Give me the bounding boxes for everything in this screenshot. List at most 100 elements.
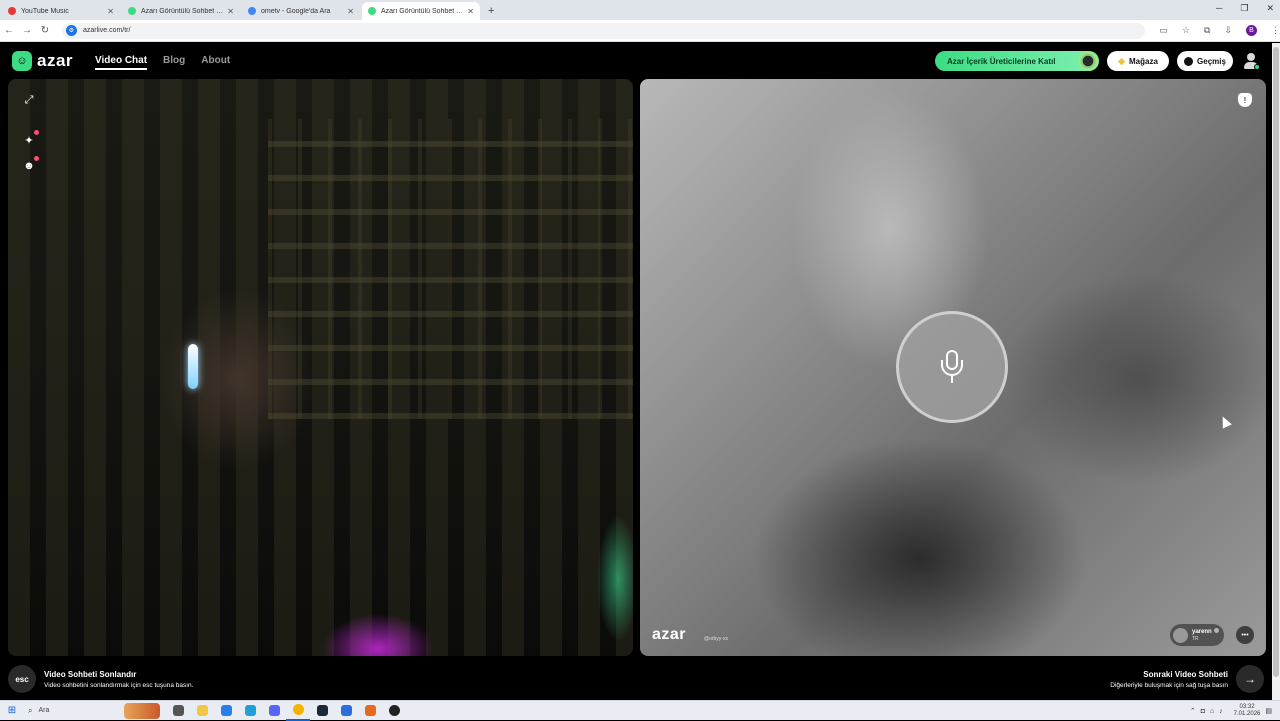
file-explorer-icon[interactable]	[190, 701, 214, 721]
azar-logo[interactable]: ☺ azar	[12, 51, 73, 71]
site-header: ☺ azar Video Chat Blog About Azar İçerik…	[0, 43, 1272, 79]
tab-close-icon[interactable]: ✕	[107, 7, 114, 16]
extensions-icon[interactable]: ⧉	[1204, 25, 1210, 36]
task-view-icon[interactable]	[166, 701, 190, 721]
browser-tab[interactable]: ometv - Google'da Ara ✕	[242, 2, 360, 20]
chrome-icon[interactable]	[286, 701, 310, 721]
obs-icon[interactable]	[382, 701, 406, 721]
next-chat-title: Sonraki Video Sohbeti	[1143, 669, 1228, 679]
tab-close-icon[interactable]: ✕	[227, 7, 234, 16]
volume-icon[interactable]: ♪	[1219, 708, 1223, 715]
effects-sparkle-icon[interactable]: ✦	[22, 130, 39, 147]
background-building	[268, 119, 633, 419]
end-chat-title: Video Sohbeti Sonlandır	[44, 669, 137, 679]
partner-country: TR	[1192, 635, 1199, 642]
taskbar-date: 7.01.2026	[1233, 711, 1261, 717]
notifications-icon[interactable]: ▤	[1265, 707, 1272, 715]
minimize-icon[interactable]: ─	[1216, 3, 1222, 14]
store-button[interactable]: ◆ Mağaza	[1107, 51, 1169, 71]
azar-favicon-icon	[128, 7, 136, 15]
new-tab-button[interactable]: +	[488, 5, 494, 17]
url-field[interactable]: ⚙ azarlive.com/tr/	[62, 22, 1146, 39]
video-watermark: azar	[652, 626, 687, 643]
scrollbar-thumb[interactable]	[1273, 47, 1279, 677]
microphone-icon	[940, 350, 964, 384]
headset-light	[188, 344, 198, 389]
app-icon[interactable]	[334, 701, 358, 721]
tray-app-icon[interactable]: ◘	[1201, 708, 1205, 715]
end-chat-desc: Video sohbetini sonlandırmak için esc tu…	[44, 681, 194, 689]
window-controls: ─ ❐ ✕	[1216, 3, 1274, 14]
esc-key-button[interactable]: esc	[8, 665, 36, 693]
windows-taskbar: ⊞ ⌕ Ara ⌃ ◘ ⌂ ♪ 03:32 7.01.2026 ▤	[0, 700, 1280, 721]
url-text[interactable]: azarlive.com/tr/	[83, 27, 130, 34]
azar-page: ☺ azar Video Chat Blog About Azar İçerik…	[0, 43, 1272, 700]
menu-icon[interactable]: ⋮	[1271, 25, 1280, 36]
app-orange-icon[interactable]	[358, 701, 382, 721]
discord-icon[interactable]	[262, 701, 286, 721]
google-icon	[248, 7, 256, 15]
taskbar-search[interactable]: ⌕ Ara	[24, 703, 124, 719]
new-badge	[34, 156, 39, 161]
store-label: Mağaza	[1129, 56, 1158, 66]
browser-tab-active[interactable]: Azarı Görüntülü Sohbet & Y ✕	[362, 2, 480, 20]
tab-label: ometv - Google'da Ara	[261, 7, 331, 15]
mic-indicator	[896, 311, 1008, 423]
partner-profile-chip[interactable]: yarenn TR	[1170, 624, 1224, 646]
gem-icon: ◆	[1118, 55, 1125, 66]
tab-label: Azarı Görüntülü Sohbet & Y	[381, 7, 464, 15]
back-icon[interactable]: ←	[0, 25, 18, 36]
creator-join-label: Azar İçerik Üreticilerine Katıl	[947, 56, 1056, 66]
verified-icon	[1214, 628, 1219, 633]
store-app-icon[interactable]	[214, 701, 238, 721]
history-button[interactable]: Geçmiş	[1177, 51, 1233, 71]
browser-tab[interactable]: YouTube Music ✕	[2, 2, 120, 20]
steam-icon[interactable]	[310, 701, 334, 721]
next-chat-hint: Sonraki Video Sohbeti Diğerleriyle buluş…	[1110, 665, 1264, 693]
reload-icon[interactable]: ↻	[36, 25, 54, 36]
downloads-icon[interactable]: ⇩	[1224, 25, 1232, 36]
nav-about[interactable]: About	[201, 55, 230, 70]
system-tray: ⌃ ◘ ⌂ ♪ 03:32 7.01.2026 ▤	[1190, 701, 1272, 721]
chat-bubble-icon[interactable]: •••	[1236, 626, 1254, 644]
sticker-icon[interactable]: ☻	[22, 156, 39, 173]
tab-label: Azarı Görüntülü Sohbet & Yeni	[141, 7, 223, 15]
next-arrow-button[interactable]: →	[1236, 665, 1264, 693]
user-profile-icon[interactable]	[1242, 52, 1260, 70]
tab-label: YouTube Music	[21, 7, 69, 15]
close-window-icon[interactable]: ✕	[1266, 3, 1274, 14]
main-nav: Video Chat Blog About	[95, 55, 230, 70]
bookmark-star-icon[interactable]: ☆	[1182, 25, 1190, 36]
creator-join-button[interactable]: Azar İçerik Üreticilerine Katıl	[935, 51, 1099, 71]
youtube-music-icon	[8, 7, 16, 15]
tray-chevron-icon[interactable]: ⌃	[1190, 707, 1196, 715]
nav-blog[interactable]: Blog	[163, 55, 185, 70]
browser-tab[interactable]: Azarı Görüntülü Sohbet & Yeni ✕	[122, 2, 240, 20]
site-info-icon[interactable]: ⚙	[66, 25, 77, 36]
local-video-feed: ⤢ ✦ ☻	[8, 79, 633, 656]
taskbar-time: 03:32	[1239, 704, 1255, 710]
profile-avatar[interactable]: B	[1246, 25, 1257, 36]
nav-video-chat[interactable]: Video Chat	[95, 55, 148, 70]
watermark-handle: @orbyy-xs	[704, 636, 728, 642]
forward-icon[interactable]: →	[18, 25, 36, 36]
toolbar-actions: ▭ ☆ ⧉ ⇩ B ⋮	[1159, 25, 1280, 36]
edge-icon[interactable]	[238, 701, 262, 721]
partner-name: yarenn	[1192, 628, 1212, 635]
taskbar-clock[interactable]: 03:32 7.01.2026	[1234, 704, 1261, 718]
windows-start-icon[interactable]: ⊞	[0, 701, 24, 721]
network-icon[interactable]: ⌂	[1210, 708, 1214, 715]
report-shield-icon[interactable]: !	[1238, 93, 1252, 107]
fullscreen-icon[interactable]: ⤢	[22, 93, 36, 107]
search-placeholder: Ara	[38, 707, 50, 714]
cast-icon[interactable]: ▭	[1159, 25, 1168, 36]
end-chat-hint: esc Video Sohbeti Sonlandır Video sohbet…	[8, 665, 193, 693]
azar-favicon-icon	[368, 7, 376, 15]
tab-close-icon[interactable]: ✕	[467, 7, 474, 16]
new-badge	[34, 130, 39, 135]
search-highlight-image[interactable]	[124, 702, 160, 719]
restore-icon[interactable]: ❐	[1240, 3, 1248, 14]
tab-close-icon[interactable]: ✕	[347, 7, 354, 16]
history-label: Geçmiş	[1197, 56, 1226, 66]
page-scrollbar[interactable]	[1272, 43, 1280, 700]
